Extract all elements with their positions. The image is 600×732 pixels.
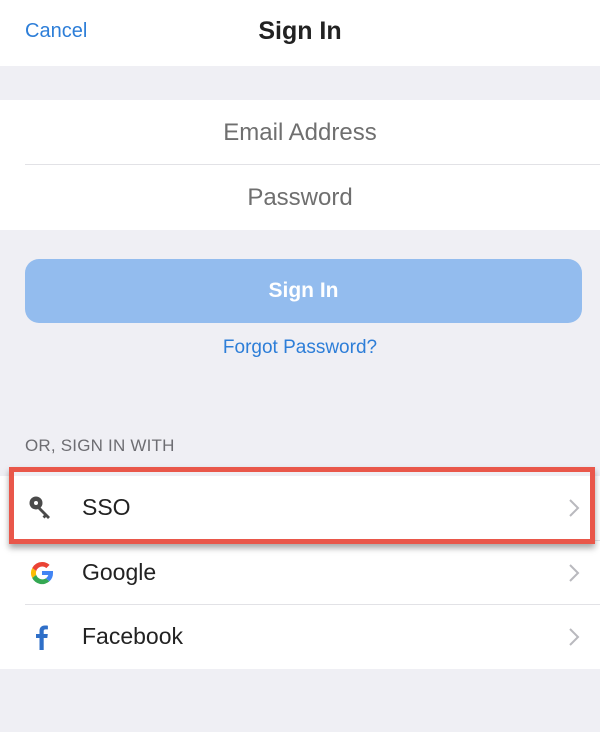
alternate-signin-header: OR, SIGN IN WITH	[25, 436, 175, 455]
sign-in-button[interactable]: Sign In	[25, 259, 582, 323]
chevron-right-icon	[569, 499, 580, 517]
provider-label: SSO	[82, 494, 131, 520]
sso-signin-row[interactable]: SSO	[0, 476, 600, 540]
credentials-form	[0, 100, 600, 230]
facebook-signin-row[interactable]: Facebook	[0, 605, 600, 669]
facebook-icon	[36, 625, 48, 650]
chevron-right-icon	[569, 564, 580, 582]
signin-provider-list: SSO Google Facebook	[0, 476, 600, 669]
email-field[interactable]	[25, 100, 600, 165]
google-icon	[30, 561, 54, 585]
password-field[interactable]	[25, 165, 600, 230]
forgot-password-link[interactable]: Forgot Password?	[0, 337, 600, 359]
chevron-right-icon	[569, 628, 580, 646]
navigation-bar: Cancel Sign In	[0, 0, 600, 66]
provider-label: Facebook	[82, 623, 184, 649]
google-signin-row[interactable]: Google	[0, 541, 600, 605]
key-icon	[29, 496, 50, 519]
page-title: Sign In	[258, 17, 342, 45]
provider-label: Google	[82, 559, 157, 585]
